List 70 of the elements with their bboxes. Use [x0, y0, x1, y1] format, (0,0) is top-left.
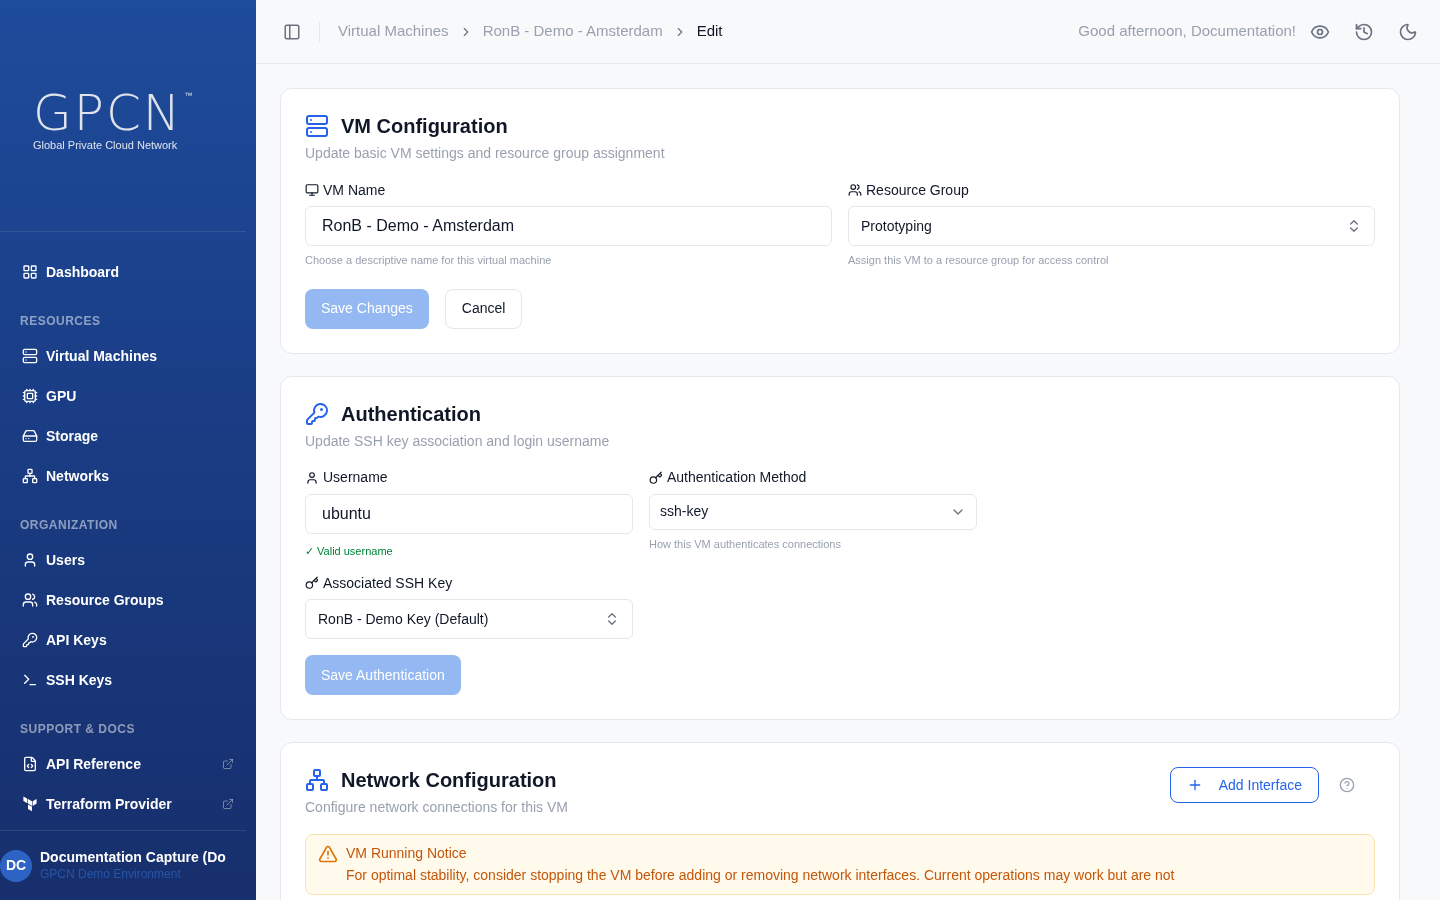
- sidebar-item[interactable]: GPU: [12, 376, 244, 416]
- user-icon: [22, 552, 38, 568]
- section-heading: SUPPORT & DOCS: [19, 721, 136, 738]
- sidebar-item[interactable]: Networks: [12, 456, 244, 496]
- monitor-icon: [305, 183, 319, 197]
- select-field[interactable]: RonB - Demo Key (Default): [305, 599, 633, 639]
- users-icon: [848, 183, 862, 197]
- card-subtitle: Configure network connections for this VM: [305, 798, 568, 817]
- field-hint: Choose a descriptive name for this virtual machine: [305, 253, 553, 268]
- chip-icon: [22, 388, 38, 404]
- sidebar-item[interactable]: Virtual Machines: [12, 336, 244, 376]
- grid-icon: [22, 264, 38, 280]
- avatar: DC: [0, 849, 32, 882]
- notice-text: For optimal stability, consider stopping the VM before adding or removing network interfaces. Current operations may work but are not: [346, 866, 1176, 884]
- field-hint: How this VM authenticates connections: [649, 536, 842, 552]
- field-label: Authentication Method: [667, 468, 807, 487]
- sidebar-item[interactable]: API Reference: [12, 744, 244, 784]
- add-interface-button[interactable]: Add Interface: [1169, 767, 1319, 803]
- card-title: Authentication: [341, 401, 481, 427]
- text-field[interactable]: RonB - Demo - Amsterdam: [305, 206, 832, 246]
- greeting: Good afternoon, Documentation!: [1078, 21, 1296, 42]
- field-label: Associated SSH Key: [323, 573, 453, 593]
- code-file-icon: [22, 756, 38, 772]
- card-subtitle: Update SSH key association and login username: [305, 431, 611, 451]
- user-icon: [305, 470, 319, 485]
- key-icon: [305, 401, 329, 426]
- logo: GPCN: [33, 90, 183, 136]
- terminal-icon: [22, 672, 38, 688]
- field-hint: Assign this VM to a resource group for access control: [848, 253, 1110, 268]
- section-heading: ORGANIZATION: [19, 517, 119, 534]
- text-field[interactable]: ubuntu: [305, 493, 633, 534]
- card-subtitle: Update basic VM settings and resource group assignment: [305, 144, 666, 163]
- sidebar-item[interactable]: Users: [12, 540, 244, 580]
- sidebar-item[interactable]: Storage: [12, 416, 244, 456]
- field-label: Username: [323, 468, 388, 487]
- drive-icon: [22, 428, 38, 444]
- dropdown-field[interactable]: ssh-key: [649, 493, 977, 530]
- select-field[interactable]: Prototyping: [848, 206, 1375, 246]
- cancel-button[interactable]: Cancel: [444, 288, 523, 329]
- users-icon: [22, 592, 38, 608]
- warning-icon: [318, 843, 338, 864]
- card-title: Network Configuration: [341, 768, 557, 793]
- sidebar-item[interactable]: Resource Groups: [12, 580, 244, 620]
- breadcrumb-link[interactable]: Edit: [696, 20, 723, 43]
- section-heading: RESOURCES: [19, 313, 102, 330]
- sidebar-item[interactable]: API Keys: [12, 620, 244, 660]
- card-title: VM Configuration: [341, 114, 508, 139]
- sidebar-item[interactable]: Dashboard: [12, 252, 244, 292]
- field-label: VM Name: [323, 180, 386, 200]
- sidebar-toggle-icon[interactable]: [283, 22, 301, 41]
- moon-icon[interactable]: [1398, 21, 1418, 42]
- key-icon: [22, 632, 38, 648]
- key-icon: [649, 470, 663, 485]
- sidebar-item[interactable]: SSH Keys: [12, 660, 244, 700]
- user-name: Documentation Capture (Do: [40, 849, 226, 867]
- network-icon: [22, 468, 38, 484]
- network-icon: [305, 768, 329, 792]
- server-icon: [305, 114, 329, 138]
- trademark: ™: [184, 90, 193, 102]
- user-environment: GPCN Demo Environment: [40, 866, 182, 882]
- server-icon: [22, 348, 38, 364]
- history-icon[interactable]: [1354, 21, 1374, 42]
- field-label: Resource Group: [866, 180, 969, 200]
- sidebar-item[interactable]: Terraform Provider: [12, 784, 244, 824]
- key-icon: [305, 576, 319, 590]
- notice-title: VM Running Notice: [346, 844, 467, 863]
- logo-tagline: Global Private Cloud Network: [33, 138, 178, 153]
- validation-message: ✓ Valid username: [305, 543, 394, 559]
- help-icon[interactable]: [1339, 777, 1355, 793]
- terraform-icon: [22, 796, 38, 812]
